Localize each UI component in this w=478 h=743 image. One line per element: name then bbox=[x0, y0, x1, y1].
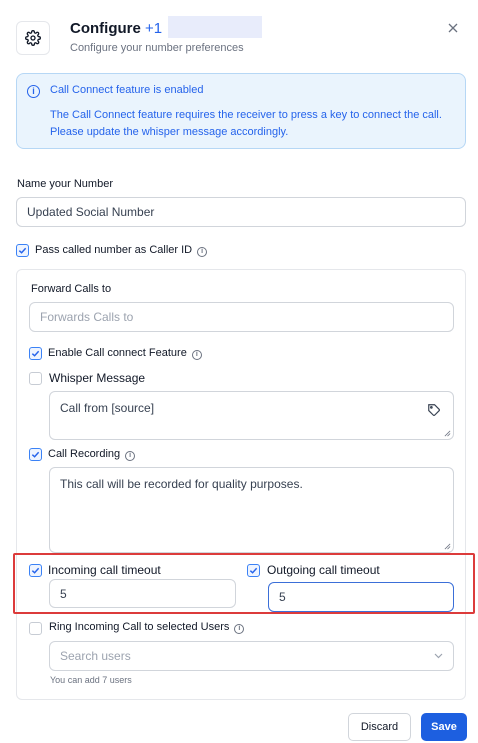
save-button[interactable]: Save bbox=[421, 713, 467, 741]
number-name-value: Updated Social Number bbox=[27, 205, 155, 219]
outgoing-timeout-value: 5 bbox=[279, 590, 286, 604]
check-icon bbox=[31, 350, 40, 357]
call-recording-checkbox[interactable] bbox=[29, 448, 42, 461]
call-recording-textarea[interactable]: This call will be recorded for quality p… bbox=[49, 467, 454, 553]
forward-calls-placeholder: Forwards Calls to bbox=[40, 310, 134, 324]
call-connect-text: Enable Call connect Feature bbox=[48, 347, 187, 359]
redacted-phone-number bbox=[168, 16, 263, 38]
notice-title: Call Connect feature is enabled bbox=[50, 84, 204, 96]
outgoing-timeout-label: Outgoing call timeout bbox=[267, 563, 380, 577]
call-recording-value: This call will be recorded for quality p… bbox=[60, 477, 303, 491]
info-icon[interactable]: i bbox=[125, 451, 136, 461]
call-connect-label: Enable Call connect Feature i bbox=[48, 347, 202, 360]
search-users-placeholder: Search users bbox=[60, 649, 131, 663]
close-button[interactable] bbox=[448, 20, 458, 38]
outgoing-timeout-checkbox[interactable] bbox=[247, 564, 260, 577]
whisper-message-label: Whisper Message bbox=[49, 371, 146, 385]
check-icon bbox=[18, 247, 27, 254]
pass-caller-id-label: Pass called number as Caller ID i bbox=[35, 244, 208, 257]
info-icon: i bbox=[27, 85, 40, 98]
notice-body: The Call Connect feature requires the re… bbox=[50, 109, 442, 138]
name-number-label: Name your Number bbox=[17, 178, 113, 190]
call-recording-label: Call Recording i bbox=[48, 448, 136, 461]
check-icon bbox=[249, 567, 258, 574]
users-limit-hint: You can add 7 users bbox=[50, 675, 132, 685]
call-recording-text: Call Recording bbox=[48, 448, 121, 460]
dialog-title: Configure +1 bbox=[70, 16, 263, 38]
discard-button[interactable]: Discard bbox=[348, 713, 411, 741]
resize-handle-icon[interactable] bbox=[444, 543, 451, 550]
ring-users-checkbox[interactable] bbox=[29, 622, 42, 635]
info-icon[interactable]: i bbox=[234, 624, 245, 634]
close-icon bbox=[448, 23, 458, 33]
info-icon[interactable]: i bbox=[191, 350, 202, 360]
ring-users-label: Ring Incoming Call to selected Users i bbox=[49, 621, 245, 634]
call-connect-checkbox[interactable] bbox=[29, 347, 42, 360]
forward-calls-input[interactable]: Forwards Calls to bbox=[29, 302, 454, 332]
search-users-select[interactable]: Search users bbox=[49, 641, 454, 671]
tag-icon[interactable] bbox=[427, 403, 441, 417]
forward-calls-label: Forward Calls to bbox=[31, 283, 112, 295]
gear-icon bbox=[16, 21, 50, 55]
dialog-title-text: Configure bbox=[70, 20, 141, 37]
check-icon bbox=[31, 567, 40, 574]
ring-users-text: Ring Incoming Call to selected Users bbox=[49, 621, 230, 633]
info-icon[interactable]: i bbox=[197, 247, 208, 257]
chevron-down-icon bbox=[434, 653, 443, 659]
whisper-message-checkbox[interactable] bbox=[29, 372, 42, 385]
number-name-input[interactable]: Updated Social Number bbox=[16, 197, 466, 227]
incoming-timeout-input[interactable]: 5 bbox=[49, 579, 236, 608]
pass-caller-id-checkbox[interactable] bbox=[16, 244, 29, 257]
outgoing-timeout-input[interactable]: 5 bbox=[268, 582, 454, 612]
resize-handle-icon[interactable] bbox=[444, 430, 451, 437]
whisper-message-value: Call from [source] bbox=[60, 401, 155, 415]
check-icon bbox=[31, 451, 40, 458]
whisper-message-textarea[interactable]: Call from [source] bbox=[49, 391, 454, 440]
incoming-timeout-value: 5 bbox=[60, 586, 67, 601]
incoming-timeout-label: Incoming call timeout bbox=[48, 563, 161, 577]
dialog-header: Configure +1 Configure your number prefe… bbox=[16, 16, 462, 60]
phone-number-prefix: +1 bbox=[145, 20, 163, 37]
incoming-timeout-checkbox[interactable] bbox=[29, 564, 42, 577]
pass-caller-id-text: Pass called number as Caller ID bbox=[35, 244, 193, 256]
call-connect-notice: i Call Connect feature is enabled The Ca… bbox=[16, 73, 466, 149]
dialog-subtitle: Configure your number preferences bbox=[70, 42, 244, 54]
